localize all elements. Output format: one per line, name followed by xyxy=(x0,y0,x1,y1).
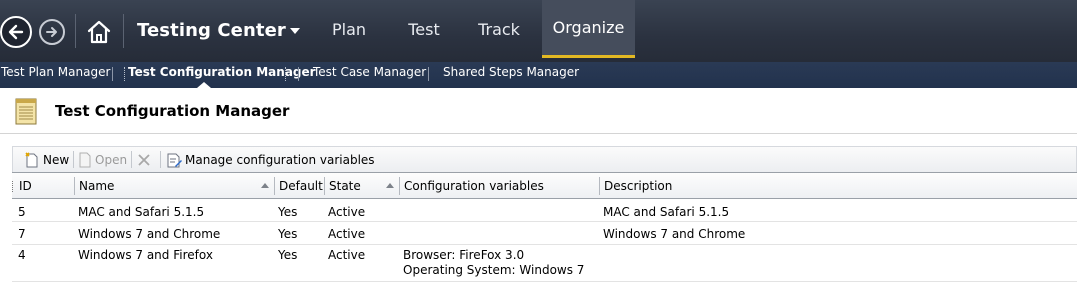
new-button[interactable]: New xyxy=(24,151,69,169)
subnav-divider xyxy=(285,67,287,81)
open-button[interactable]: Open xyxy=(78,151,127,169)
open-button-label: Open xyxy=(95,153,128,167)
edit-variables-icon xyxy=(167,153,182,168)
cell-configuration-variable: Operating System: Windows 7 xyxy=(403,263,585,277)
home-icon xyxy=(87,20,111,44)
table-header: ID Name Default State Configuration vari… xyxy=(12,172,1077,199)
column-header-configuration-variables[interactable]: Configuration variables xyxy=(404,179,544,193)
column-grip-icon xyxy=(12,181,15,192)
home-button[interactable] xyxy=(85,18,113,46)
column-divider[interactable] xyxy=(274,177,275,195)
manage-configuration-variables-label: Manage configuration variables xyxy=(185,153,375,167)
tab-test[interactable]: Test xyxy=(398,0,450,58)
cell-default: Yes xyxy=(278,248,298,262)
page-header: Test Configuration Manager xyxy=(0,88,1077,134)
column-divider[interactable] xyxy=(74,177,75,195)
cell-state: Active xyxy=(328,248,366,262)
nav-divider xyxy=(75,14,76,48)
open-document-icon xyxy=(79,152,91,168)
app-title: Testing Center xyxy=(137,20,286,41)
cell-state: Active xyxy=(328,205,366,219)
column-header-state[interactable]: State xyxy=(329,179,361,193)
cell-name: Windows 7 and Firefox xyxy=(78,248,213,262)
arrow-right-icon xyxy=(46,27,57,37)
subnav-test-configuration-manager[interactable]: Test Configuration Manager xyxy=(128,65,316,79)
subnav-test-plan-manager[interactable]: Test Plan Manager xyxy=(1,65,110,79)
new-button-label: New xyxy=(43,153,70,167)
column-header-description[interactable]: Description xyxy=(604,179,672,193)
column-header-default[interactable]: Default xyxy=(279,179,323,193)
column-header-name[interactable]: Name xyxy=(79,179,114,193)
app-menu-dropdown-icon[interactable] xyxy=(290,28,300,34)
tab-organize[interactable]: Organize xyxy=(542,0,635,58)
cell-state: Active xyxy=(328,227,366,241)
table-row[interactable]: 7 Windows 7 and Chrome Yes Active Window… xyxy=(12,222,1077,245)
toolbar: New Open Manage configuration variables xyxy=(12,146,1077,172)
cell-default: Yes xyxy=(278,227,298,241)
document-list-icon xyxy=(15,98,37,125)
sort-ascending-icon xyxy=(261,183,269,188)
cell-description: MAC and Safari 5.1.5 xyxy=(603,205,730,219)
cell-id: 5 xyxy=(18,205,26,219)
cell-id: 4 xyxy=(18,248,26,262)
sub-navigation-bar: Test Plan Manager Test Configuration Man… xyxy=(0,62,1077,88)
top-navigation-bar: Testing Center Plan Test Track Organize xyxy=(0,0,1077,62)
cell-description: Windows 7 and Chrome xyxy=(603,227,746,241)
toolbar-divider xyxy=(131,151,132,168)
subnav-divider xyxy=(428,67,429,81)
back-button[interactable] xyxy=(0,16,32,48)
subnav-divider xyxy=(298,67,299,81)
arrow-left-icon xyxy=(8,24,24,40)
cell-configuration-variable: Browser: FireFox 3.0 xyxy=(403,248,525,262)
manage-configuration-variables-button[interactable]: Manage configuration variables xyxy=(166,151,375,169)
cell-name: MAC and Safari 5.1.5 xyxy=(78,205,205,219)
delete-button[interactable] xyxy=(137,151,151,169)
nav-divider xyxy=(123,14,124,48)
cell-name: Windows 7 and Chrome xyxy=(78,227,221,241)
subnav-shared-steps-manager[interactable]: Shared Steps Manager xyxy=(443,65,579,79)
table-row[interactable]: 5 MAC and Safari 5.1.5 Yes Active MAC an… xyxy=(12,199,1077,222)
subnav-divider xyxy=(112,67,113,81)
configurations-table: ID Name Default State Configuration vari… xyxy=(12,172,1077,285)
forward-button[interactable] xyxy=(39,19,65,45)
delete-icon xyxy=(138,154,150,166)
tab-plan[interactable]: Plan xyxy=(322,0,376,58)
cell-default: Yes xyxy=(278,205,298,219)
column-header-id[interactable]: ID xyxy=(19,179,32,193)
table-row[interactable]: 4 Windows 7 and Firefox Yes Active Brows… xyxy=(12,245,1077,282)
column-divider[interactable] xyxy=(399,177,400,195)
column-divider[interactable] xyxy=(599,177,600,195)
toolbar-divider xyxy=(73,151,74,168)
cell-id: 7 xyxy=(18,227,26,241)
subnav-divider xyxy=(124,67,126,81)
toolbar-divider xyxy=(160,151,161,168)
subnav-test-case-manager[interactable]: Test Case Manager xyxy=(313,65,426,79)
page-title: Test Configuration Manager xyxy=(55,102,290,120)
column-divider[interactable] xyxy=(324,177,325,195)
tab-track[interactable]: Track xyxy=(469,0,529,58)
new-document-icon xyxy=(25,152,38,168)
sort-ascending-icon xyxy=(386,183,394,188)
